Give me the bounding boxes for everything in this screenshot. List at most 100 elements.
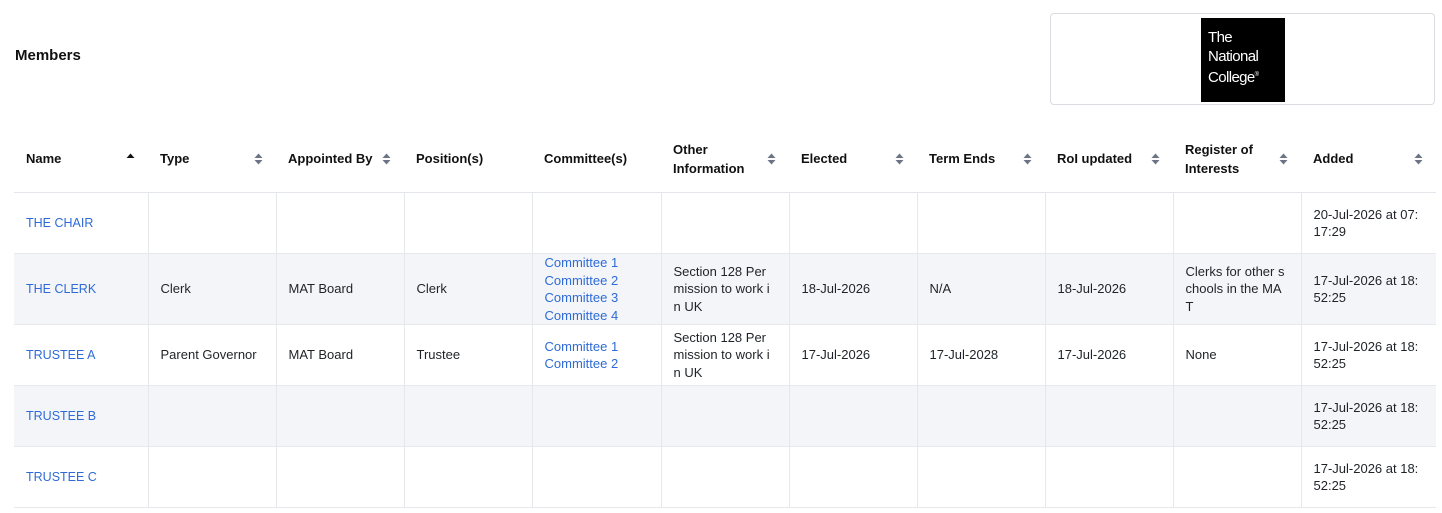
sort-descending-icon xyxy=(1151,159,1160,164)
cell-other-information: Section 128 Permission to work in UK xyxy=(661,253,790,325)
cell-roi-updated xyxy=(1045,385,1174,447)
column-header-name[interactable]: Name xyxy=(14,125,148,193)
table-row: TRUSTEE C 17-Jul-2026 at 18:52:25 xyxy=(14,446,1436,508)
committee-link[interactable]: Committee 2 xyxy=(545,355,649,373)
members-page: Members The National College® Name Type … xyxy=(0,0,1442,513)
column-header-type[interactable]: Type xyxy=(148,125,276,193)
logo-line-3: College® xyxy=(1208,69,1259,86)
cell-committees: Committee 1 Committee 2 xyxy=(532,324,662,386)
cell-roi-updated xyxy=(1045,446,1174,508)
cell-elected xyxy=(789,446,918,508)
cell-appointed-by: MAT Board xyxy=(276,253,405,325)
cell-other-information xyxy=(661,446,790,508)
cell-register-of-interests xyxy=(1173,446,1302,508)
sort-ascending-icon xyxy=(1023,153,1032,158)
column-header-positions: Position(s) xyxy=(404,125,532,193)
cell-register-of-interests: None xyxy=(1173,324,1302,386)
cell-positions xyxy=(404,385,533,447)
cell-roi-updated: 17-Jul-2026 xyxy=(1045,324,1174,386)
cell-committees xyxy=(532,446,662,508)
committee-link[interactable]: Committee 1 xyxy=(545,338,649,356)
cell-added: 17-Jul-2026 at 18:52:25 xyxy=(1301,253,1436,325)
cell-appointed-by xyxy=(276,446,405,508)
cell-elected: 18-Jul-2026 xyxy=(789,253,918,325)
cell-term-ends xyxy=(917,385,1046,447)
cell-type xyxy=(148,446,277,508)
cell-other-information xyxy=(661,192,790,254)
sort-descending-icon xyxy=(1279,159,1288,164)
sort-ascending-icon xyxy=(126,153,135,158)
logo-line-1: The xyxy=(1208,29,1233,46)
cell-committees xyxy=(532,385,662,447)
cell-term-ends: N/A xyxy=(917,253,1046,325)
cell-added: 17-Jul-2026 at 18:52:25 xyxy=(1301,385,1436,447)
column-header-elected[interactable]: Elected xyxy=(789,125,917,193)
cell-register-of-interests xyxy=(1173,385,1302,447)
table-row: THE CHAIR 20-Jul-2026 at 07:17:29 xyxy=(14,192,1436,254)
sort-ascending-icon xyxy=(1414,153,1423,158)
member-name-link[interactable]: TRUSTEE B xyxy=(26,409,96,423)
cell-added: 17-Jul-2026 at 18:52:25 xyxy=(1301,446,1436,508)
cell-register-of-interests: Clerks for other schools in the MAT xyxy=(1173,253,1302,325)
sort-descending-icon xyxy=(254,159,263,164)
member-name-link[interactable]: THE CHAIR xyxy=(26,216,93,230)
sort-icon[interactable] xyxy=(254,152,263,166)
sort-descending-icon xyxy=(895,159,904,164)
sort-icon[interactable] xyxy=(382,152,391,166)
sort-descending-icon xyxy=(1414,159,1423,164)
member-name-link[interactable]: TRUSTEE C xyxy=(26,470,97,484)
cell-register-of-interests xyxy=(1173,192,1302,254)
column-header-appointed-by[interactable]: Appointed By xyxy=(276,125,404,193)
committee-link[interactable]: Committee 4 xyxy=(545,307,649,325)
cell-positions xyxy=(404,192,533,254)
sort-icon[interactable] xyxy=(767,152,776,166)
members-table: Name Type Appointed By Position(s) Commi… xyxy=(14,125,1436,508)
cell-positions: Trustee xyxy=(404,324,533,386)
cell-elected xyxy=(789,385,918,447)
sort-icon[interactable] xyxy=(126,152,135,166)
table-row: THE CLERK Clerk MAT Board Clerk Committe… xyxy=(14,253,1436,325)
page-title: Members xyxy=(15,47,81,64)
member-name-link[interactable]: TRUSTEE A xyxy=(26,348,95,362)
cell-type xyxy=(148,192,277,254)
cell-committees xyxy=(532,192,662,254)
cell-roi-updated: 18-Jul-2026 xyxy=(1045,253,1174,325)
sort-icon[interactable] xyxy=(1414,152,1423,166)
sort-ascending-icon xyxy=(254,153,263,158)
cell-roi-updated xyxy=(1045,192,1174,254)
column-header-added[interactable]: Added xyxy=(1301,125,1436,193)
column-header-register-of-interests[interactable]: Register of Interests xyxy=(1173,125,1301,193)
cell-committees: Committee 1 Committee 2 Committee 3 Comm… xyxy=(532,253,662,325)
cell-other-information: Section 128 Permission to work in UK xyxy=(661,324,790,386)
cell-type xyxy=(148,385,277,447)
cell-positions: Clerk xyxy=(404,253,533,325)
committee-link[interactable]: Committee 3 xyxy=(545,289,649,307)
table-row: TRUSTEE A Parent Governor MAT Board Trus… xyxy=(14,324,1436,386)
sort-icon[interactable] xyxy=(1279,152,1288,166)
sort-ascending-icon xyxy=(382,153,391,158)
sort-descending-icon xyxy=(127,160,135,165)
members-table-body: THE CHAIR 20-Jul-2026 at 07:17:29 THE CL… xyxy=(14,192,1436,508)
cell-term-ends xyxy=(917,446,1046,508)
sort-descending-icon xyxy=(1023,159,1032,164)
cell-appointed-by xyxy=(276,385,405,447)
registered-mark: ® xyxy=(1254,72,1259,78)
cell-term-ends: 17-Jul-2028 xyxy=(917,324,1046,386)
sort-ascending-icon xyxy=(895,153,904,158)
column-header-term-ends[interactable]: Term Ends xyxy=(917,125,1045,193)
cell-other-information xyxy=(661,385,790,447)
sort-icon[interactable] xyxy=(1023,152,1032,166)
column-header-roi-updated[interactable]: RoI updated xyxy=(1045,125,1173,193)
logo-panel: The National College® xyxy=(1050,13,1435,105)
committee-link[interactable]: Committee 2 xyxy=(545,272,649,290)
cell-appointed-by: MAT Board xyxy=(276,324,405,386)
column-header-other-information[interactable]: Other Information xyxy=(661,125,789,193)
cell-added: 20-Jul-2026 at 07:17:29 xyxy=(1301,192,1436,254)
logo-line-2: National xyxy=(1208,48,1259,65)
cell-type: Clerk xyxy=(148,253,277,325)
sort-icon[interactable] xyxy=(895,152,904,166)
sort-icon[interactable] xyxy=(1151,152,1160,166)
cell-positions xyxy=(404,446,533,508)
committee-link[interactable]: Committee 1 xyxy=(545,254,649,272)
member-name-link[interactable]: THE CLERK xyxy=(26,282,96,296)
